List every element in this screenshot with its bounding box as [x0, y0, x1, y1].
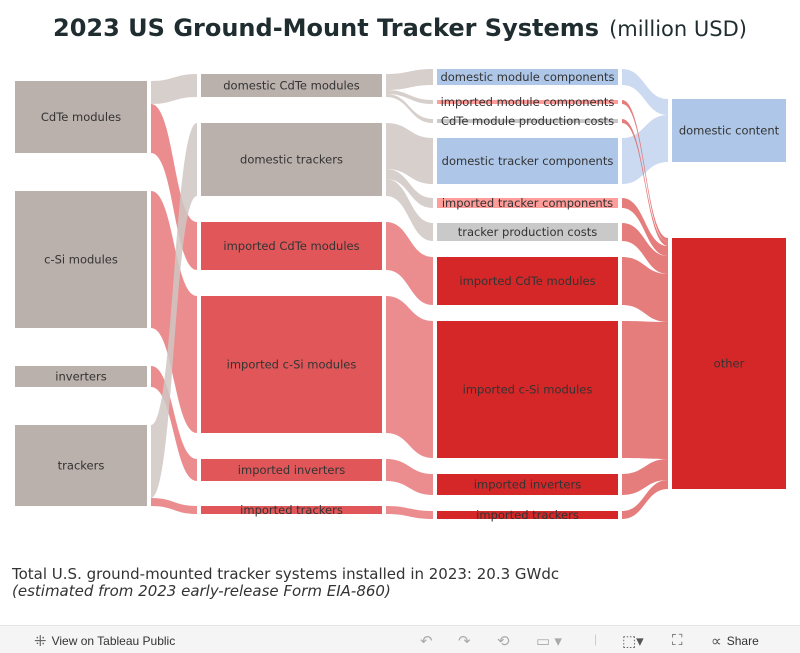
node-other[interactable]: other [672, 238, 786, 489]
node-label: imported trackers [476, 508, 579, 522]
node-imported-module-components[interactable]: imported module components [437, 95, 618, 109]
link-domestic-cdte-modules-to-domestic-module-components[interactable] [386, 69, 433, 90]
node-imported-cdte-modules[interactable]: imported CdTe modules [201, 222, 382, 270]
node-label: trackers [58, 459, 105, 473]
link-imported-trackers-to-imported-trackers[interactable] [386, 506, 433, 519]
node-label: imported CdTe modules [459, 274, 595, 288]
link-cdte-modules-to-domestic-cdte-modules[interactable] [151, 74, 197, 104]
link-imported-inverters-to-imported-inverters[interactable] [386, 459, 433, 495]
node-inverters[interactable]: inverters [15, 366, 147, 387]
node-imported-trackers[interactable]: imported trackers [201, 503, 382, 517]
node-label: CdTe module production costs [441, 114, 614, 128]
undo-icon[interactable]: ↶ [420, 632, 433, 650]
node-trackers[interactable]: trackers [15, 425, 147, 506]
node-c-si-modules[interactable]: c-Si modules [15, 191, 147, 328]
node-label: imported tracker components [442, 196, 613, 210]
node-domestic-module-components[interactable]: domestic module components [437, 69, 618, 85]
node-imported-c-si-modules[interactable]: imported c-Si modules [201, 296, 382, 433]
view-on-tableau-public-button[interactable]: ⁜ View on Tableau Public [34, 632, 175, 650]
revert-icon[interactable]: ⟲ [497, 632, 510, 650]
node-label: domestic content [679, 124, 780, 138]
node-imported-cdte-modules[interactable]: imported CdTe modules [437, 257, 618, 305]
footnote-total: Total U.S. ground-mounted tracker system… [12, 565, 560, 583]
fullscreen-icon[interactable]: ⛶ [672, 632, 683, 649]
redo-icon[interactable]: ↷ [458, 632, 471, 650]
node-label: inverters [55, 370, 106, 384]
footnote: Total U.S. ground-mounted tracker system… [12, 566, 559, 600]
sankey-diagram: CdTe modules c-Si modules inverters tracker… [15, 69, 786, 522]
link-imported-c-si-modules-to-other[interactable] [622, 321, 668, 459]
node-cdte-modules[interactable]: CdTe modules [15, 81, 147, 153]
link-imported-c-si-modules-to-imported-c-si-modules[interactable] [386, 296, 433, 458]
node-label: imported inverters [474, 478, 581, 492]
node-label: c-Si modules [44, 253, 118, 267]
footnote-source: (estimated from 2023 early-release Form … [12, 582, 391, 600]
node-label: CdTe modules [41, 110, 121, 124]
node-label: tracker production costs [458, 225, 598, 239]
node-tracker-production-costs[interactable]: tracker production costs [437, 223, 618, 241]
share-button[interactable]: ∝ Share [711, 632, 759, 650]
node-label: imported inverters [238, 463, 345, 477]
node-label: imported trackers [240, 503, 343, 517]
node-label: domestic tracker components [442, 154, 614, 168]
toolbar-divider: | [594, 632, 598, 646]
node-imported-inverters[interactable]: imported inverters [201, 459, 382, 481]
node-label: imported c-Si modules [227, 358, 357, 372]
link-trackers-to-imported-trackers[interactable] [151, 498, 197, 514]
node-label: imported module components [441, 95, 615, 109]
node-domestic-trackers[interactable]: domestic trackers [201, 123, 382, 196]
refresh-icon[interactable]: ▭ ▾ [536, 632, 562, 650]
node-label: domestic trackers [240, 153, 343, 167]
node-label: imported c-Si modules [463, 383, 593, 397]
tableau-toolbar: ⁜ View on Tableau Public ↶ ↷ ⟲ ▭ ▾ | ⬚▾ … [0, 625, 800, 653]
view-on-tableau-label: View on Tableau Public [51, 634, 176, 648]
share-icon: ∝ [711, 633, 722, 650]
tableau-logo-icon: ⁜ [34, 633, 47, 650]
node-domestic-content[interactable]: domestic content [672, 99, 786, 162]
node-imported-c-si-modules[interactable]: imported c-Si modules [437, 321, 618, 458]
share-label: Share [726, 634, 759, 648]
download-icon[interactable]: ⬚▾ [622, 632, 644, 650]
node-domestic-cdte-modules[interactable]: domestic CdTe modules [201, 74, 382, 97]
node-label: domestic CdTe modules [223, 79, 360, 93]
node-cdte-module-production-costs[interactable]: CdTe module production costs [437, 114, 618, 128]
node-imported-trackers[interactable]: imported trackers [437, 508, 618, 522]
node-label: imported CdTe modules [223, 239, 359, 253]
node-domestic-tracker-components[interactable]: domestic tracker components [437, 138, 618, 184]
node-label: domestic module components [440, 70, 614, 84]
node-imported-inverters[interactable]: imported inverters [437, 474, 618, 495]
node-label: other [714, 357, 745, 371]
node-imported-tracker-components[interactable]: imported tracker components [437, 196, 618, 210]
